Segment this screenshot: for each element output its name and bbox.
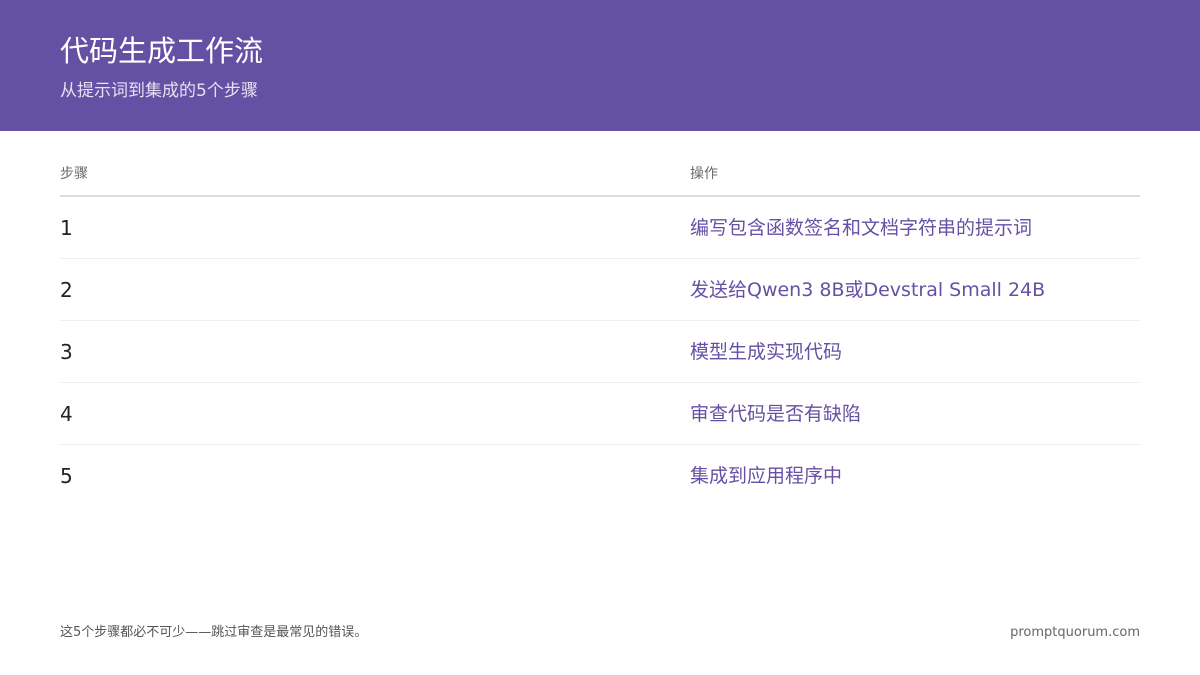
table-row: 4 审查代码是否有缺陷 bbox=[60, 383, 1140, 445]
step-action: 审查代码是否有缺陷 bbox=[690, 403, 862, 425]
step-number: 5 bbox=[60, 464, 73, 488]
step-number: 1 bbox=[60, 216, 73, 240]
table-row: 1 编写包含函数签名和文档字符串的提示词 bbox=[60, 197, 1140, 259]
step-action: 发送给Qwen3 8B或Devstral Small 24B bbox=[690, 279, 1046, 301]
step-action: 集成到应用程序中 bbox=[690, 465, 843, 487]
step-number: 2 bbox=[60, 278, 73, 302]
table-row: 5 集成到应用程序中 bbox=[60, 445, 1140, 507]
table-row: 3 模型生成实现代码 bbox=[60, 321, 1140, 383]
footer-site-url: promptquorum.com bbox=[1010, 625, 1140, 640]
footer-note: 这5个步骤都必不可少——跳过审查是最常见的错误。 bbox=[60, 625, 368, 640]
table-header: 步骤 操作 bbox=[60, 153, 1140, 197]
step-number: 4 bbox=[60, 402, 73, 426]
header-banner: 代码生成工作流 从提示词到集成的5个步骤 bbox=[0, 0, 1200, 131]
page-subtitle: 从提示词到集成的5个步骤 bbox=[60, 81, 258, 101]
step-action: 编写包含函数签名和文档字符串的提示词 bbox=[690, 217, 1033, 239]
steps-table: 步骤 操作 1 编写包含函数签名和文档字符串的提示词 2 发送给Qwen3 8B… bbox=[60, 153, 1140, 507]
step-number: 3 bbox=[60, 340, 73, 364]
column-header-action: 操作 bbox=[690, 166, 718, 182]
table-row: 2 发送给Qwen3 8B或Devstral Small 24B bbox=[60, 259, 1140, 321]
page-title: 代码生成工作流 bbox=[60, 34, 264, 68]
column-header-step: 步骤 bbox=[60, 166, 88, 182]
step-action: 模型生成实现代码 bbox=[690, 341, 843, 363]
